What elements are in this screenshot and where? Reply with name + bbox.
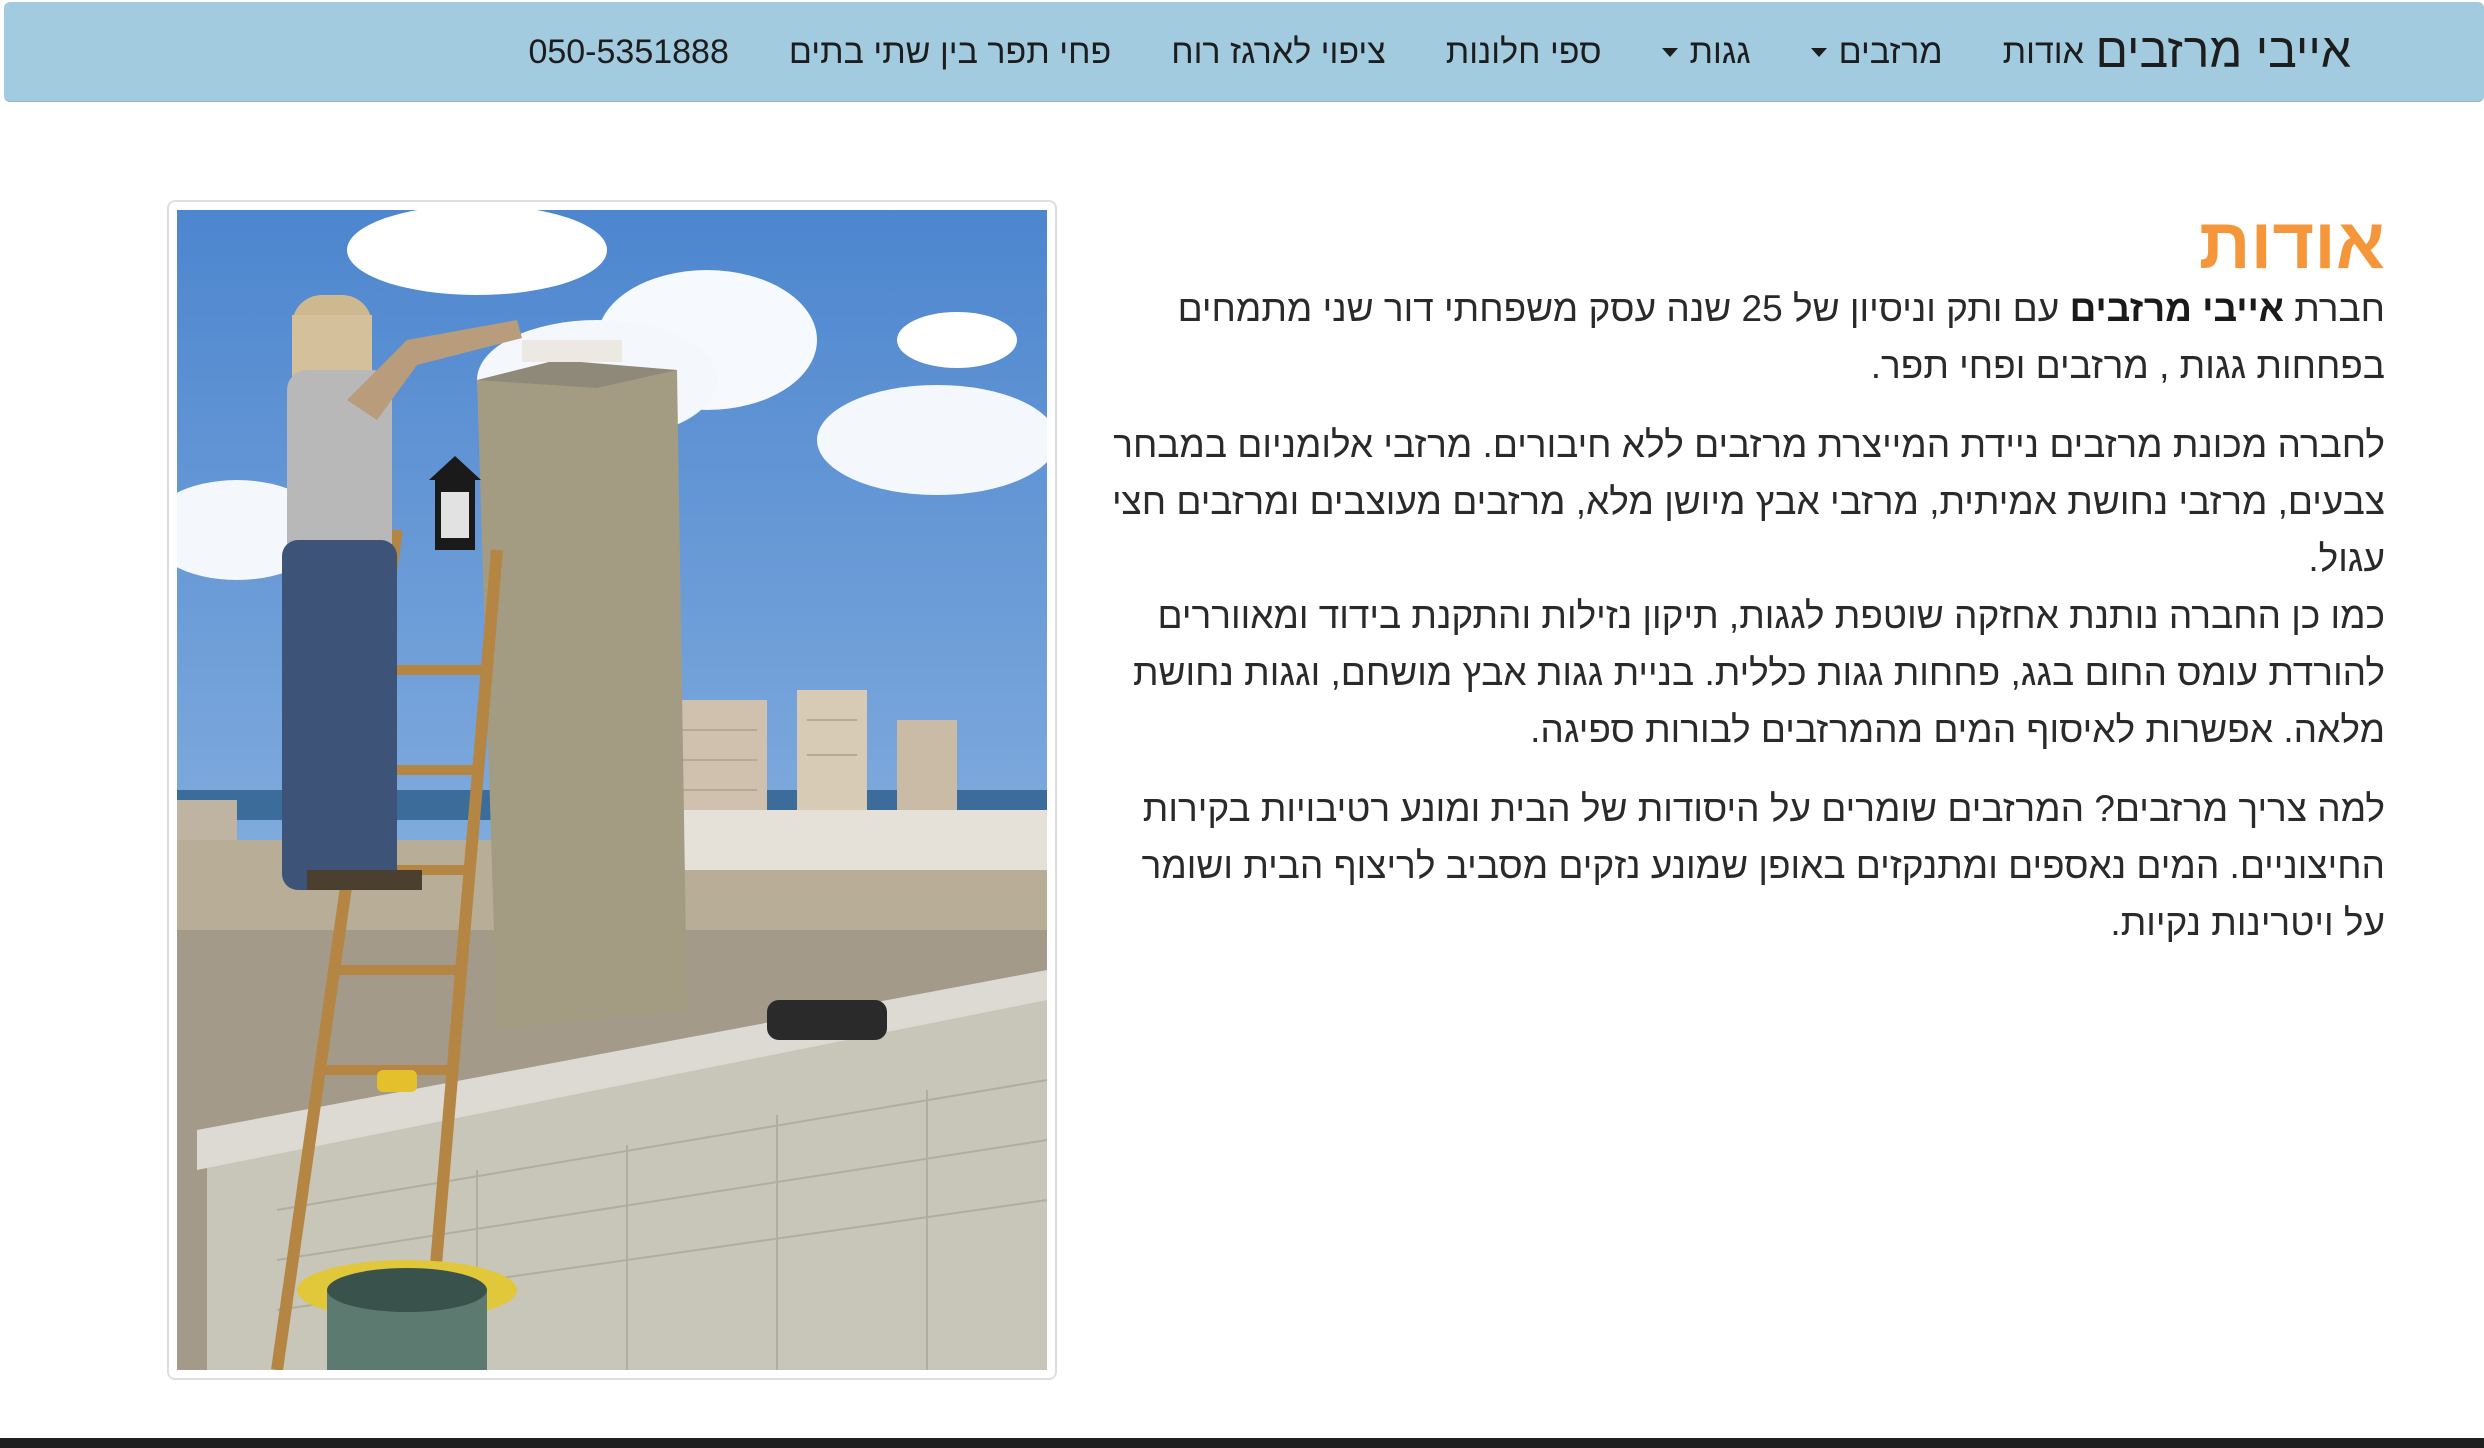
about-paragraph-2: לחברה מכונת מרזבים ניידת המייצרת מרזבים … <box>1110 416 2385 587</box>
nav-item-window-sills[interactable]: ספי חלונות <box>1446 33 1602 72</box>
nav-item-about[interactable]: אודות <box>2003 33 2084 72</box>
nav-item-label: ספי חלונות <box>1445 32 1602 71</box>
nav-menu: אודות מרזבים גגות ספי חלונות ציפוי לארגז… <box>528 2 2084 102</box>
about-gutter-machine-text: לחברה מכונת מרזבים ניידת המייצרת מרזבים … <box>1111 424 2385 579</box>
footer-bar <box>0 1438 2484 1448</box>
nav-item-label: פחי תפר בין שתי בתים <box>788 32 1112 71</box>
about-photo-frame <box>167 200 1057 1380</box>
top-navbar: אייבי מרזבים אודות מרזבים גגות ספי חלונו… <box>4 2 2484 102</box>
caret-down-icon <box>1810 47 1827 57</box>
nav-item-label: גגות <box>1689 32 1751 71</box>
caret-down-icon <box>1661 47 1678 57</box>
worker-on-ladder-photo <box>177 210 1047 1370</box>
about-company-name: אייבי מרזבים <box>2069 288 2284 329</box>
nav-item-phone[interactable]: 050-5351888 <box>528 33 728 72</box>
about-company-prefix: חברת <box>2294 288 2385 329</box>
nav-item-roofs-dropdown[interactable]: גגות <box>1661 32 1751 72</box>
nav-item-label: ציפוי לארגז רוח <box>1171 32 1386 71</box>
about-paragraph-1: חברת אייבי מרזבים עם ותק וניסיון של 25 ש… <box>1110 280 2385 394</box>
nav-item-label: מרזבים <box>1838 32 1943 71</box>
nav-item-label: אודות <box>2002 32 2084 71</box>
nav-item-wind-box-cladding[interactable]: ציפוי לארגז רוח <box>1171 33 1386 72</box>
phone-number: 050-5351888 <box>528 32 729 71</box>
about-title: אודות <box>2198 204 2385 284</box>
nav-item-gutters-dropdown[interactable]: מרזבים <box>1810 32 1943 72</box>
about-paragraph-3: כמו כן החברה נותנת אחזקה שוטפת לגגות, תי… <box>1110 587 2385 758</box>
nav-item-seam-flashing[interactable]: פחי תפר בין שתי בתים <box>789 33 1111 72</box>
about-section: אודות חברת אייבי מרזבים עם ותק וניסיון ש… <box>1110 200 2385 973</box>
about-why-gutters-text: למה צריך מרזבים? המרזבים שומרים על היסוד… <box>1141 788 2385 943</box>
about-maintenance-text: כמו כן החברה נותנת אחזקה שוטפת לגגות, תי… <box>1132 595 2385 750</box>
brand-logo-link[interactable]: אייבי מרזבים <box>2095 2 2351 102</box>
about-paragraph-4: למה צריך מרזבים? המרזבים שומרים על היסוד… <box>1110 780 2385 951</box>
